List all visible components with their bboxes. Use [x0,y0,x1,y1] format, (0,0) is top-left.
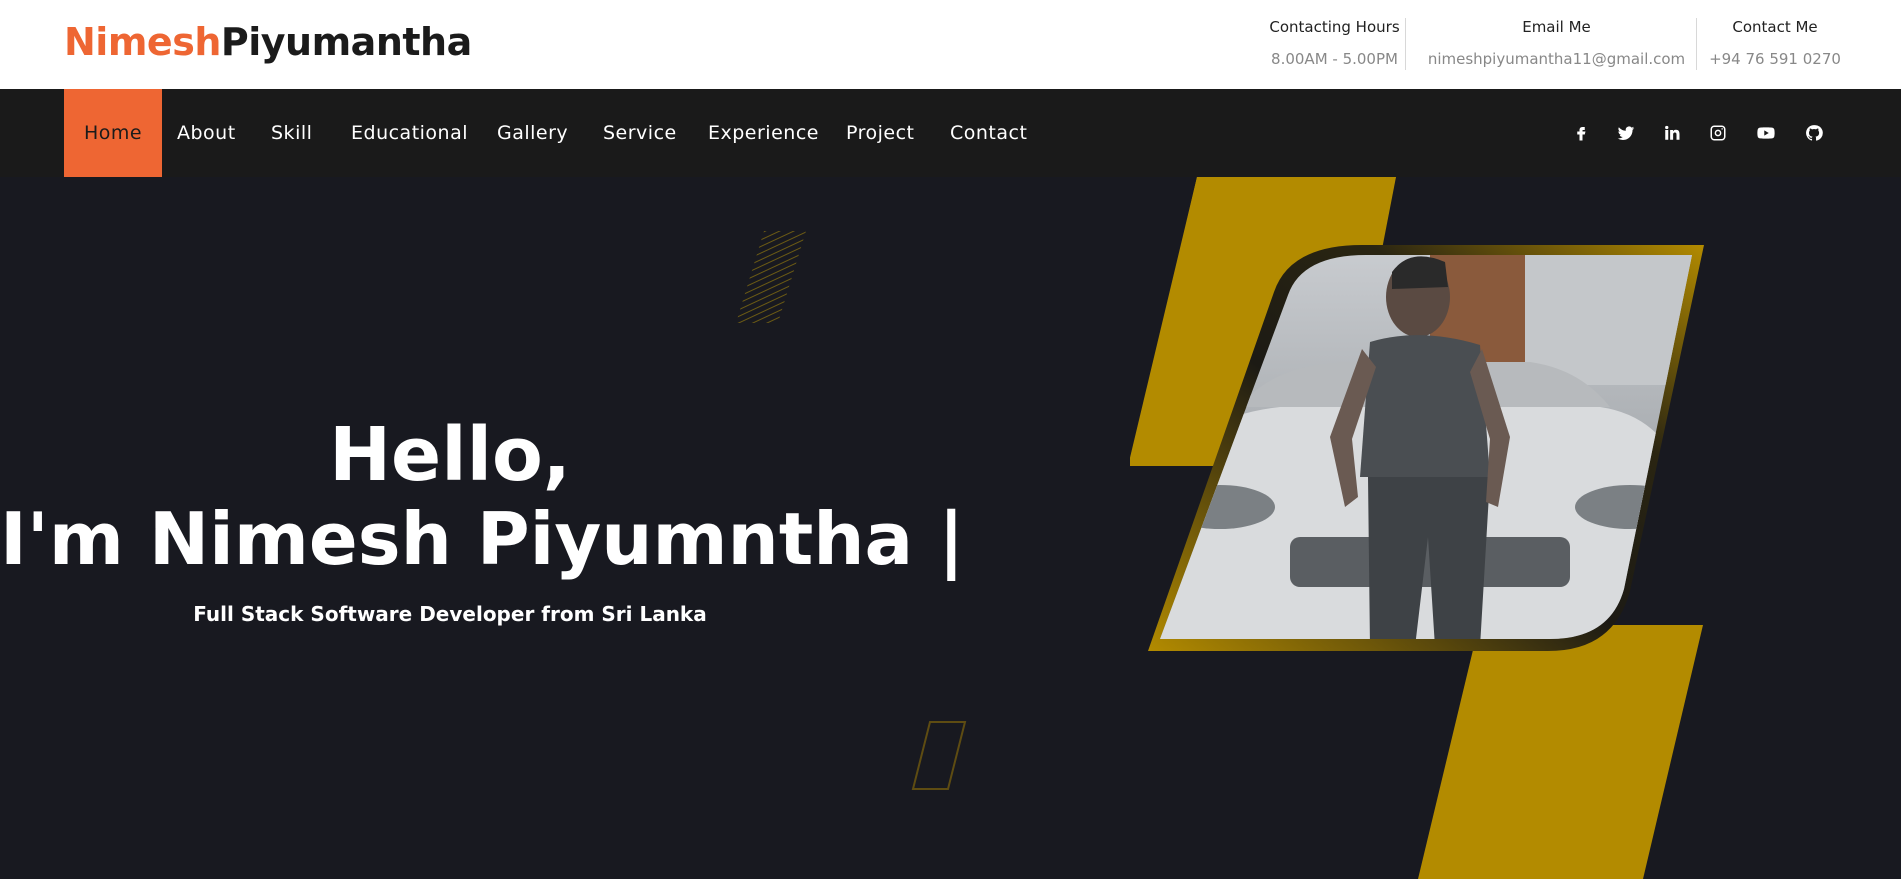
hatched-parallelogram-decoration [736,231,806,323]
contact-hours: Contacting Hours 8.00AM - 5.00PM [1264,18,1406,70]
github-icon[interactable] [1800,119,1828,147]
outline-parallelogram-decoration [911,721,967,790]
logo-last-name: Piyumantha [220,20,472,64]
nav-home[interactable]: Home [64,89,163,177]
nav-contact[interactable]: Contact [950,89,1027,177]
contact-email: Email Me nimeshpiyumantha11@gmail.com [1417,18,1697,70]
nav-gallery[interactable]: Gallery [497,89,568,177]
twitter-icon[interactable] [1612,119,1640,147]
site-logo[interactable]: NimeshPiyumantha [64,20,472,64]
linkedin-icon[interactable] [1658,119,1686,147]
contact-hours-title: Contacting Hours [1269,18,1400,36]
nav-educational[interactable]: Educational [351,89,468,177]
logo-first-name: Nimesh [64,20,221,64]
contact-phone-value[interactable]: +94 76 591 0270 [1708,50,1842,68]
nav-project[interactable]: Project [846,89,915,177]
hero-portrait-art [1130,177,1704,879]
facebook-icon[interactable] [1567,119,1595,147]
nav-about[interactable]: About [177,89,236,177]
top-header: NimeshPiyumantha Contacting Hours 8.00AM… [0,0,1901,89]
contact-email-value[interactable]: nimeshpiyumantha11@gmail.com [1417,50,1696,68]
contact-email-title: Email Me [1522,18,1591,36]
contact-phone-title: Contact Me [1732,18,1818,36]
nav-service[interactable]: Service [603,89,677,177]
contact-phone: Contact Me +94 76 591 0270 [1708,18,1842,70]
contact-hours-value: 8.00AM - 5.00PM [1271,50,1398,68]
instagram-icon[interactable] [1704,119,1732,147]
hero-section: Hello, I'm Nimesh Piyumntha | Full Stack… [0,177,1901,879]
nav-skill[interactable]: Skill [271,89,312,177]
hero-subtitle: Full Stack Software Developer from Sri L… [193,602,707,626]
youtube-icon[interactable] [1752,119,1780,147]
hero-name: I'm Nimesh Piyumntha | [0,497,965,581]
main-nav: Home About Skill Educational Gallery Ser… [0,89,1901,177]
gold-shape-bottom [1418,625,1703,879]
nav-experience[interactable]: Experience [708,89,819,177]
hero-greeting: Hello, [329,412,571,498]
